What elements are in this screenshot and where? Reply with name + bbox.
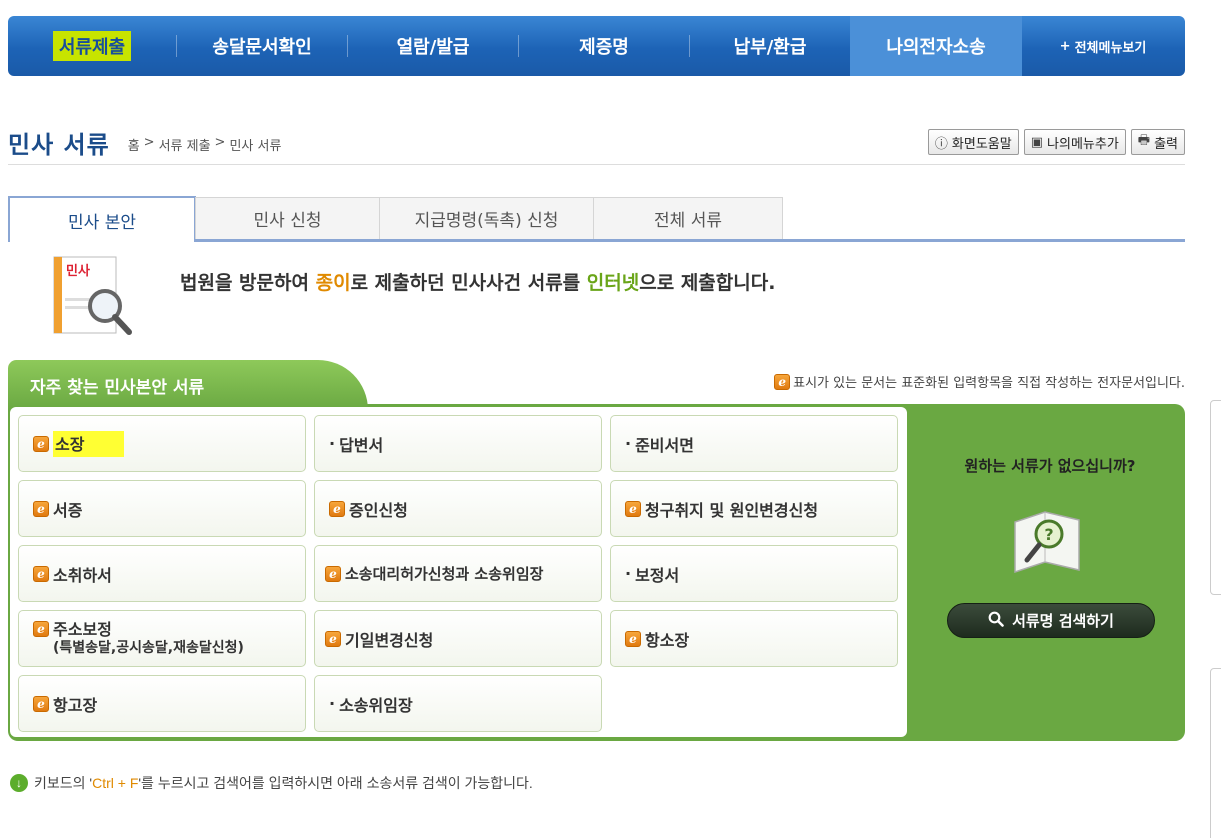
e-document-icon: e: [33, 565, 49, 582]
breadcrumb-current: 민사 서류: [229, 138, 282, 154]
printer-icon: 🖶: [1137, 133, 1151, 148]
plus-icon: +: [1059, 38, 1071, 54]
e-document-icon: e: [325, 565, 341, 582]
doc-evidence[interactable]: e 서증: [18, 480, 306, 537]
intro-text: 법원을 방문하여 종이로 제출하던 민사사건 서류를 인터넷으로 제출합니다.: [180, 272, 776, 294]
doc-witness-request[interactable]: e 증인신청: [314, 480, 602, 537]
tab-civil-main[interactable]: 민사 본안: [8, 196, 196, 242]
nav-view-issue[interactable]: 열람/발급: [348, 16, 518, 76]
e-document-icon: e: [33, 695, 49, 712]
side-floating-panel: [1210, 668, 1221, 838]
doc-answer[interactable]: · 답변서: [314, 415, 602, 472]
keyboard-search-hint: ↓ 키보드의 'Ctrl + F'를 누르시고 검색어를 입력하시면 아래 소송…: [10, 773, 533, 793]
doc-agent-permission[interactable]: e 소송대리허가신청과 소송위임장: [314, 545, 602, 602]
e-document-icon: e: [625, 630, 641, 647]
section-title: 자주 찾는 민사본안 서류: [8, 360, 368, 410]
documents-grid: e 소장 · 답변서 · 준비서면 e 서증 e 증인신청 e 청구취지 및 원인변경신청…: [10, 407, 907, 737]
side-floating-panel: [1210, 400, 1221, 595]
nav-my-e-litigation[interactable]: 나의전자소송: [850, 16, 1022, 76]
doc-power-of-attorney[interactable]: · 소송위임장: [314, 675, 602, 732]
e-document-icon: e: [325, 630, 341, 647]
nav-all-menu[interactable]: + 전체메뉴보기: [1022, 16, 1184, 76]
missing-document-question: 원하는 서류가 없으십니까?: [964, 457, 1136, 475]
svg-text:?: ?: [1044, 525, 1053, 544]
search-document-button[interactable]: 서류명 검색하기: [947, 603, 1155, 638]
breadcrumb-separator: >: [143, 134, 155, 150]
doc-preparatory-brief[interactable]: · 준비서면: [610, 415, 898, 472]
e-document-icon: e: [774, 373, 791, 390]
doc-withdrawal[interactable]: e 소취하서: [18, 545, 306, 602]
title-row: 민사 서류 홈 > 서류 제출 > 민사 서류 ⓘ 화면도움말 ▣ 나의메뉴추가 🖶…: [8, 120, 1185, 165]
breadcrumb: 홈 > 서류 제출 > 민사 서류: [128, 135, 282, 154]
title-actions: ⓘ 화면도움말 ▣ 나의메뉴추가 🖶 출력: [927, 129, 1185, 155]
print-button[interactable]: 🖶 출력: [1130, 129, 1185, 155]
breadcrumb-home[interactable]: 홈: [128, 135, 140, 154]
add-my-menu-button[interactable]: ▣ 나의메뉴추가: [1023, 129, 1126, 155]
doc-claim-change[interactable]: e 청구취지 및 원인변경신청: [610, 480, 898, 537]
breadcrumb-document-submit[interactable]: 서류 제출: [159, 135, 211, 154]
breadcrumb-separator: >: [214, 134, 226, 150]
e-document-icon: e: [329, 500, 345, 517]
civil-document-icon: 민사: [53, 256, 133, 336]
doc-address-correction[interactable]: e 주소보정 (특별송달,공시송달,재송달신청): [18, 610, 306, 667]
e-document-note: e 표시가 있는 문서는 표준화된 입력항목을 직접 작성하는 전자문서입니다.: [774, 372, 1185, 391]
e-document-icon: e: [33, 500, 49, 517]
doc-date-change[interactable]: e 기일변경신청: [314, 610, 602, 667]
e-document-icon: e: [33, 435, 49, 452]
doc-complaint[interactable]: e 소장: [18, 415, 306, 472]
tab-all-documents[interactable]: 전체 서류: [593, 197, 783, 239]
document-search-icon: ?: [1007, 502, 1087, 580]
nav-document-submit[interactable]: 서류제출: [8, 16, 176, 76]
tab-civil-application[interactable]: 민사 신청: [195, 197, 380, 239]
page-title: 민사 서류: [8, 129, 110, 159]
nav-document-delivery[interactable]: 송달문서확인: [177, 16, 347, 76]
doc-appeal[interactable]: e 항소장: [610, 610, 898, 667]
info-icon: ⓘ: [934, 136, 948, 152]
nav-certificates[interactable]: 제증명: [519, 16, 689, 76]
folder-add-icon: ▣: [1030, 134, 1044, 150]
help-button[interactable]: ⓘ 화면도움말: [927, 129, 1019, 155]
tab-payment-order[interactable]: 지급명령(독촉) 신청: [379, 197, 594, 239]
doc-correction[interactable]: · 보정서: [610, 545, 898, 602]
search-icon: [988, 611, 1004, 631]
top-nav: 서류제출 송달문서확인 열람/발급 제증명 납부/환급 나의전자소송 + 전체메…: [8, 16, 1185, 76]
doc-complaint-appeal[interactable]: e 항고장: [18, 675, 306, 732]
e-document-icon: e: [33, 621, 49, 637]
arrow-down-circle-icon: ↓: [10, 774, 28, 792]
nav-payment-refund[interactable]: 납부/환급: [690, 16, 850, 76]
e-document-icon: e: [625, 500, 641, 517]
category-tabs: 민사 본안 민사 신청 지급명령(독촉) 신청 전체 서류: [8, 196, 1185, 242]
